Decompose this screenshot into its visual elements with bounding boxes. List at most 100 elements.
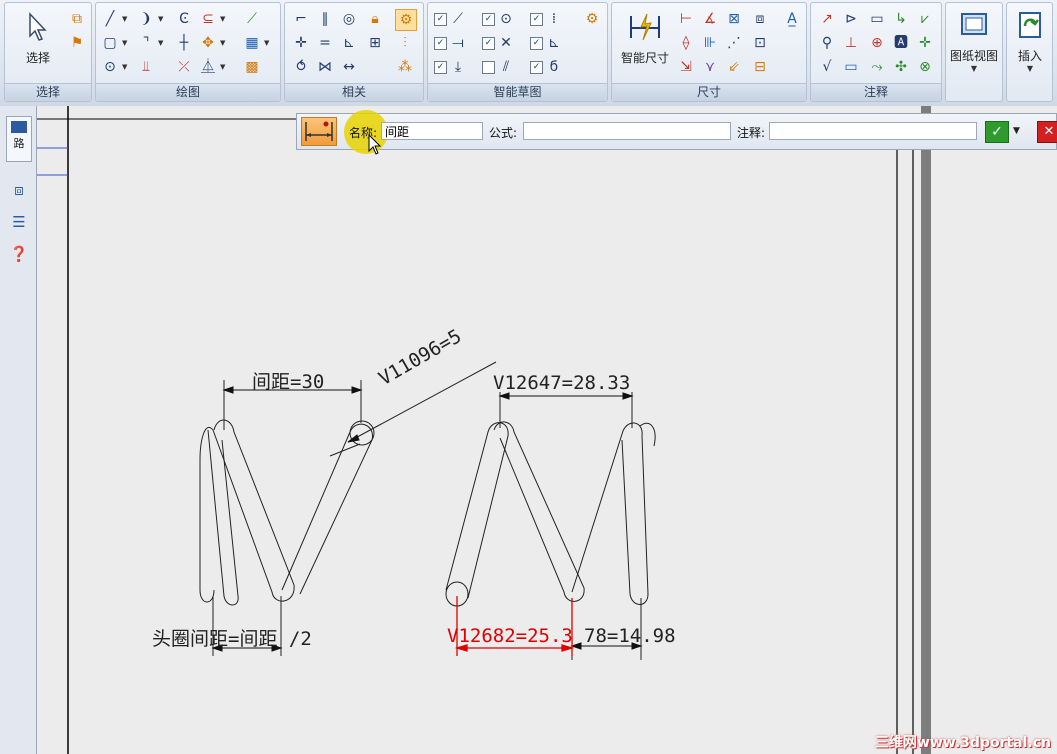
parallel-icon[interactable]: ∥ (315, 9, 335, 29)
text-icon[interactable]: 🅰︎ (891, 33, 911, 53)
smart-sketch-check-6[interactable]: ✓ (530, 37, 543, 50)
arc-icon[interactable]: ❩ (136, 9, 156, 29)
dim-right-bottom-red[interactable]: V12682=25.3 (447, 625, 573, 647)
dim-left-bottom[interactable]: 头圈间距=间距 /2 (152, 624, 312, 651)
construction-icon[interactable]: ⟋ (242, 9, 262, 29)
pattern-dropdown-icon[interactable]: ▼ (264, 39, 272, 47)
equal-icon[interactable]: = (315, 33, 335, 53)
angle-between-icon[interactable]: ∡ (700, 9, 720, 29)
smart-sketch-check-3[interactable]: ✓ (530, 13, 543, 26)
feature-control-icon[interactable]: ↳ (891, 9, 911, 29)
accept-dropdown-icon[interactable]: ▼ (1013, 126, 1020, 136)
distance-between-icon[interactable]: ⊢ (676, 9, 696, 29)
dim-left-top[interactable]: 间距=30 (252, 367, 324, 394)
insert-button[interactable]: 插入 ▼ (1009, 7, 1051, 73)
concentric-icon[interactable]: ◎ (339, 9, 359, 29)
smart-sketch-check-9[interactable]: ✓ (530, 61, 543, 74)
move-dropdown-icon[interactable]: ▼ (220, 39, 228, 47)
weld-symbol-icon[interactable]: ⩗ (915, 9, 935, 29)
connect-icon[interactable]: ⌐ (291, 9, 311, 29)
flag-icon[interactable]: ⚑ (67, 33, 87, 53)
circle-icon[interactable]: ⊙ (100, 57, 120, 77)
datum-frame-icon[interactable]: ⊥ (841, 33, 861, 53)
relationship-assistant-icon[interactable]: ⁂ (395, 57, 415, 77)
ordinate-icon[interactable]: ⇲ (676, 57, 696, 77)
fill-icon[interactable]: ▩ (242, 57, 262, 77)
bolt-hole-circle-icon[interactable]: ✣ (891, 57, 911, 77)
dim-right-top[interactable]: V12647=28.33 (493, 372, 630, 394)
split-icon[interactable]: ⫫ (136, 57, 156, 77)
center-line-icon[interactable]: ⊗ (915, 57, 935, 77)
dock-tab-library[interactable]: 路 (6, 116, 32, 162)
drawing-view-dropdown-icon[interactable]: ▼ (948, 64, 1000, 73)
smart-sketch-check-4[interactable]: ✓ (434, 37, 447, 50)
rectangle-icon[interactable]: ▢ (100, 33, 120, 53)
line-dropdown-icon[interactable]: ▼ (122, 15, 130, 23)
center-mark-icon[interactable]: ✛ (915, 33, 935, 53)
perpendicular-icon[interactable]: ⊾ (339, 33, 359, 53)
select-filter-icon[interactable]: ⧉ (67, 9, 87, 29)
fillet-dropdown-icon[interactable]: ▼ (158, 39, 166, 47)
collinear-icon[interactable]: ↔ (339, 57, 359, 77)
attach-dimension-icon[interactable]: ⊡ (750, 33, 770, 53)
sheets-icon[interactable]: ☰ (9, 212, 29, 232)
circle-dropdown-icon[interactable]: ▼ (122, 63, 130, 71)
relationship-handles-icon[interactable]: ⫶ (395, 33, 415, 53)
smart-sketch-check-7[interactable]: ✓ (434, 61, 447, 74)
smart-sketch-check-1[interactable]: ✓ (434, 13, 447, 26)
smart-sketch-check-2[interactable]: ✓ (482, 13, 495, 26)
arc-dropdown-icon[interactable]: ▼ (158, 15, 166, 23)
layers-icon[interactable]: ⧈ (9, 180, 29, 200)
dimension-type-button[interactable] (301, 117, 337, 146)
accept-button[interactable]: ✓ (985, 121, 1009, 143)
formula-input[interactable] (523, 122, 731, 140)
fillet-icon[interactable]: ⌝ (136, 33, 156, 53)
dimension-style-icon[interactable]: A̲ (782, 9, 802, 29)
connector-icon[interactable]: ⤳ (867, 57, 887, 77)
sketch-options-icon[interactable]: ⚙ (582, 9, 602, 29)
rectangle-dropdown-icon[interactable]: ▼ (122, 39, 130, 47)
move-icon[interactable]: ✥ (198, 33, 218, 53)
surface-texture-icon[interactable]: √ (817, 57, 837, 77)
rigid-set-icon[interactable]: ⊞ (365, 33, 385, 53)
mirror-dropdown-icon[interactable]: ▼ (220, 63, 228, 71)
line-icon[interactable]: ╱ (100, 9, 120, 29)
variable-table-icon[interactable]: ⋎ (700, 57, 720, 77)
edge-condition-icon[interactable]: ⊕ (867, 33, 887, 53)
cutting-plane-icon[interactable]: ▭ (841, 57, 861, 77)
smart-sketch-check-5[interactable]: ✓ (482, 37, 495, 50)
trim-icon[interactable]: Ͼ (174, 9, 194, 29)
scale-icon[interactable]: ⤫ (174, 57, 194, 77)
name-input[interactable] (381, 122, 483, 140)
select-button[interactable]: 选择 (13, 9, 63, 66)
horizontal-vertical-icon[interactable]: ✛ (291, 33, 311, 53)
balloon-icon[interactable]: ⚲ (817, 33, 837, 53)
coordinate-dimension-icon[interactable]: ⊠ (724, 9, 744, 29)
drawing-view-button[interactable]: 图纸视图 ▼ (948, 7, 1000, 73)
symmetric-icon[interactable]: ⋈ (315, 57, 335, 77)
insert-dropdown-icon[interactable]: ▼ (1009, 64, 1051, 73)
dimension-edit-icon[interactable]: ⊟ (750, 57, 770, 77)
smart-dimension-button[interactable]: 智能尺寸 (616, 9, 674, 66)
drawing-canvas[interactable] (37, 106, 921, 754)
text-box-icon[interactable]: ▭ (867, 9, 887, 29)
offset-icon[interactable]: ⊆ (198, 9, 218, 29)
cancel-button[interactable]: ✕ (1037, 121, 1057, 143)
dim-right-bottom[interactable]: 78=14.98 (584, 625, 676, 647)
leader-icon[interactable]: ↗ (817, 9, 837, 29)
symmetric-diameter-icon[interactable]: ⟠ (676, 33, 696, 53)
extend-icon[interactable]: ┼ (174, 33, 194, 53)
smart-sketch-check-8[interactable] (482, 61, 495, 74)
dimension-axis-icon[interactable]: ⋰ (724, 33, 744, 53)
mirror-icon[interactable]: ⏅ (198, 57, 218, 77)
offset-dropdown-icon[interactable]: ▼ (220, 15, 228, 23)
maintain-relationships-icon[interactable]: ⚙ (395, 9, 417, 31)
note-input[interactable] (769, 122, 977, 140)
callout-icon[interactable]: ⊳ (841, 9, 861, 29)
help-icon[interactable]: ❓ (9, 244, 29, 264)
dimension-retrieve-icon[interactable]: ⇙ (724, 57, 744, 77)
chamfer-dimension-icon[interactable]: ⧈ (750, 9, 770, 29)
pattern-icon[interactable]: ▦ (242, 33, 262, 53)
angular-coordinate-icon[interactable]: ⊪ (700, 33, 720, 53)
tangent-icon[interactable]: ⥀ (291, 57, 311, 77)
